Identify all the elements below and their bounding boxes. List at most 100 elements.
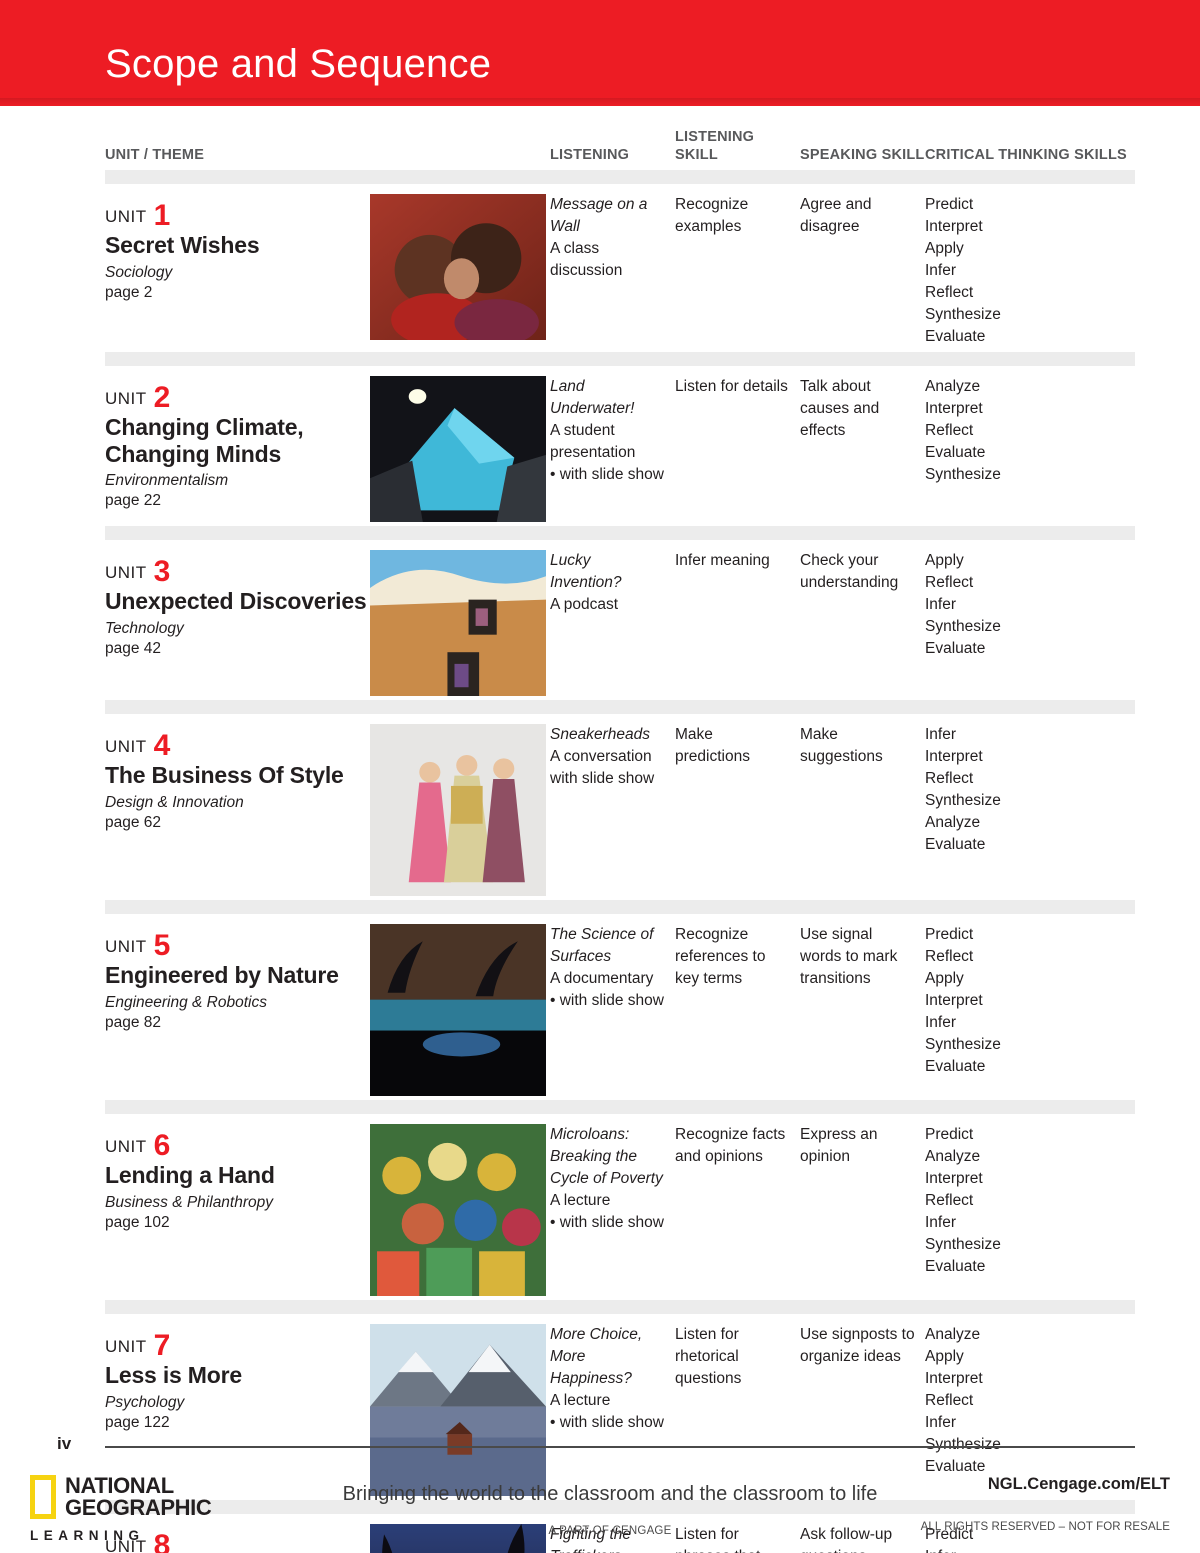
listening-skill-line1: LISTENING bbox=[675, 128, 755, 145]
critical-thinking-item: Analyze bbox=[925, 814, 981, 831]
critical-thinking-item: Infer bbox=[925, 726, 957, 743]
row-separator bbox=[105, 170, 1135, 184]
row-separator bbox=[105, 526, 1135, 540]
blue-iceberg-at-night-photo bbox=[370, 376, 546, 522]
speaking-skill-cell: Use signal words to mark transitions bbox=[800, 926, 898, 987]
critical-thinking-item: Apply bbox=[925, 1348, 964, 1365]
listening-detail: A conversation with slide show bbox=[550, 748, 655, 787]
national-geographic-learning-logo: NATIONAL GEOGRAPHIC LEARNING bbox=[30, 1474, 260, 1543]
unit-theme: Psychology bbox=[105, 1393, 185, 1411]
critical-thinking-item: Analyze bbox=[925, 378, 981, 395]
critical-thinking-item: Reflect bbox=[925, 1192, 974, 1209]
unit-page: page 22 bbox=[105, 492, 162, 510]
critical-thinking-item: Infer bbox=[925, 262, 957, 279]
critical-thinking-item: Analyze bbox=[925, 1148, 981, 1165]
column-header-unit-theme: UNIT / THEME bbox=[105, 146, 205, 163]
listening-skill-cell: Listen for rhetorical questions bbox=[675, 1326, 742, 1387]
unit-theme-cell: UNIT 2 Changing Climate, Changing Minds Env… bbox=[105, 376, 370, 522]
listening-detail: A lecture bbox=[550, 1192, 611, 1209]
speaking-skill-cell: Express an opinion bbox=[800, 1126, 878, 1165]
footer-website-url[interactable]: NGL.Cengage.com/ELT bbox=[900, 1475, 1170, 1494]
critical-thinking-item: Synthesize bbox=[925, 792, 1001, 809]
unit-image-cell bbox=[370, 1324, 550, 1496]
unit-theme: Technology bbox=[105, 619, 184, 637]
listening-title: More Choice, More Happiness? bbox=[550, 1326, 643, 1387]
column-header-listening-skill: LISTENING SKILL bbox=[675, 128, 800, 164]
critical-thinking-cell: Infer Interpret Reflect Synthesize Analyze Ev… bbox=[925, 724, 1135, 896]
unit-theme-cell: UNIT 1 Secret Wishes Sociology page 2 bbox=[105, 194, 370, 348]
column-header-listening: LISTENING bbox=[550, 146, 630, 163]
unit-page: page 62 bbox=[105, 813, 162, 831]
logo-line-learning: LEARNING bbox=[30, 1527, 145, 1543]
critical-thinking-item: Interpret bbox=[925, 1370, 983, 1387]
footer-rights-notice: ALL RIGHTS RESERVED – NOT FOR RESALE bbox=[920, 1521, 1170, 1533]
column-header-critical-thinking: CRITICAL THINKING SKILLS bbox=[925, 146, 1135, 164]
unit-image-cell bbox=[370, 724, 550, 896]
unit-page: page 82 bbox=[105, 1013, 162, 1031]
critical-thinking-item: Infer bbox=[925, 1214, 957, 1231]
listening-cell: Land Underwater! A student presentation • … bbox=[550, 376, 675, 522]
unit-image-cell bbox=[370, 924, 550, 1096]
listening-title: Land Underwater! bbox=[550, 378, 635, 417]
crowd-holding-solar-lanterns-photo bbox=[370, 1124, 546, 1296]
row-separator bbox=[105, 1100, 1135, 1114]
unit-title: Changing Climate, Changing Minds bbox=[105, 414, 304, 467]
unit-label: UNIT bbox=[105, 737, 147, 756]
listening-detail: A class discussion bbox=[550, 240, 623, 279]
critical-thinking-item: Interpret bbox=[925, 1170, 983, 1187]
critical-thinking-cell: Predict Analyze Interpret Reflect Infer Synth… bbox=[925, 1124, 1135, 1296]
listening-detail: • with slide show bbox=[550, 466, 664, 483]
critical-thinking-item: Evaluate bbox=[925, 444, 986, 461]
table-row: UNIT 3 Unexpected Discoveries Technology pag… bbox=[105, 540, 1135, 700]
listening-detail: A documentary bbox=[550, 970, 654, 987]
listening-skill-cell: Make predictions bbox=[675, 726, 750, 765]
unit-theme: Engineering & Robotics bbox=[105, 993, 267, 1011]
listening-cell: Microloans: Breaking the Cycle of Povert… bbox=[550, 1124, 675, 1296]
speaking-skill-cell: Use signposts to organize ideas bbox=[800, 1326, 915, 1365]
critical-thinking-item: Predict bbox=[925, 196, 974, 213]
critical-thinking-item: Interpret bbox=[925, 748, 983, 765]
listening-title: The Science of Surfaces bbox=[550, 926, 654, 965]
unit-theme-cell: UNIT 3 Unexpected Discoveries Technology pag… bbox=[105, 550, 370, 696]
critical-thinking-item: Synthesize bbox=[925, 466, 1001, 483]
two-children-whispering-photo bbox=[370, 194, 546, 340]
critical-thinking-item: Evaluate bbox=[925, 1258, 986, 1275]
table-row: UNIT 1 Secret Wishes Sociology page 2 Messag… bbox=[105, 184, 1135, 352]
unit-theme-cell: UNIT 6 Lending a Hand Business & Philanthro… bbox=[105, 1124, 370, 1296]
critical-thinking-item: Reflect bbox=[925, 1392, 974, 1409]
unit-image-cell bbox=[370, 194, 550, 348]
speaking-skill-cell: Agree and disagree bbox=[800, 196, 872, 235]
critical-thinking-item: Reflect bbox=[925, 770, 974, 787]
critical-thinking-item: Synthesize bbox=[925, 306, 1001, 323]
unit-image-cell bbox=[370, 550, 550, 696]
page-banner: Scope and Sequence bbox=[0, 0, 1200, 106]
listening-detail: A student presentation bbox=[550, 422, 636, 461]
unit-number: 7 bbox=[153, 1329, 171, 1362]
unit-number: 5 bbox=[153, 929, 171, 962]
unit-title: Lending a Hand bbox=[105, 1162, 275, 1188]
unit-label: UNIT bbox=[105, 389, 147, 408]
page-title: Scope and Sequence bbox=[105, 42, 492, 86]
listening-cell: More Choice, More Happiness? A lecture • w… bbox=[550, 1324, 675, 1496]
critical-thinking-cell: Predict Interpret Apply Infer Reflect Synthes… bbox=[925, 194, 1135, 348]
critical-thinking-item: Reflect bbox=[925, 284, 974, 301]
critical-thinking-line2: THINKING SKILLS bbox=[998, 146, 1127, 163]
page-footer: NATIONAL GEOGRAPHIC LEARNING Bringing th… bbox=[0, 1474, 1200, 1553]
unit-label: UNIT bbox=[105, 207, 147, 226]
unit-kicker: UNIT 5 bbox=[105, 929, 370, 962]
critical-thinking-item: Interpret bbox=[925, 992, 983, 1009]
table-row: UNIT 5 Engineered by Nature Engineering & R… bbox=[105, 914, 1135, 1100]
table-row: UNIT 2 Changing Climate, Changing Minds Env… bbox=[105, 366, 1135, 526]
unit-number: 6 bbox=[153, 1129, 171, 1162]
critical-thinking-cell: Predict Reflect Apply Interpret Infer Synthes… bbox=[925, 924, 1135, 1096]
footer-right: NGL.Cengage.com/ELT ALL RIGHTS RESERVED … bbox=[900, 1475, 1170, 1533]
unit-title: Secret Wishes bbox=[105, 232, 260, 258]
unit-page: page 42 bbox=[105, 639, 162, 657]
unit-number: 1 bbox=[153, 199, 171, 232]
listening-skill-cell: Infer meaning bbox=[675, 552, 770, 569]
critical-thinking-item: Analyze bbox=[925, 1326, 981, 1343]
footer-divider bbox=[105, 1446, 1135, 1448]
listening-title: Message on a Wall bbox=[550, 196, 648, 235]
underwater-horizon-palms-photo bbox=[370, 924, 546, 1096]
scope-sequence-table: UNIT / THEME LISTENING LISTENING SKILL S… bbox=[105, 118, 1135, 1553]
